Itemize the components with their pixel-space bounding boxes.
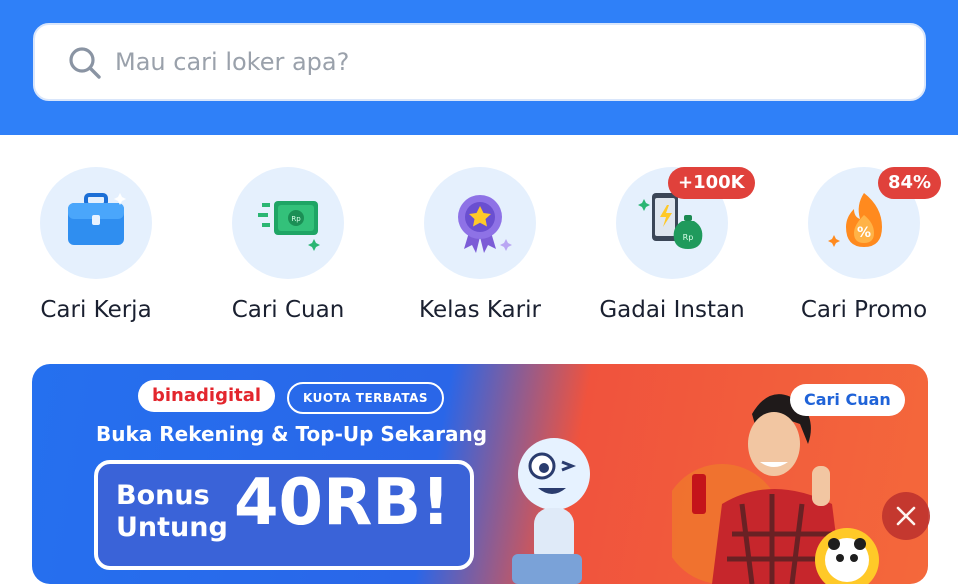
search-icon xyxy=(69,47,101,79)
bonus-label-line2: Untung xyxy=(116,512,228,543)
menu-item-cari-cuan[interactable]: Rp Cari Cuan xyxy=(198,167,378,337)
search-input[interactable]: Mau cari loker apa? xyxy=(33,23,926,101)
svg-text:Rp: Rp xyxy=(291,215,301,223)
bonus-amount: 40RB! xyxy=(234,466,451,540)
menu-item-gadai-instan[interactable]: Rp +100K Gadai Instan xyxy=(582,167,762,337)
close-banner-button[interactable] xyxy=(882,492,930,540)
banner-headline: Buka Rekening & Top-Up Sekarang xyxy=(96,422,488,446)
badge-star-icon xyxy=(424,167,536,279)
search-placeholder: Mau cari loker apa? xyxy=(115,48,350,76)
svg-text:%: % xyxy=(857,225,871,241)
menu-item-cari-kerja[interactable]: Cari Kerja xyxy=(6,167,186,337)
menu-item-kelas-karir[interactable]: Kelas Karir xyxy=(390,167,570,337)
money-icon: Rp xyxy=(232,167,344,279)
menu-label: Gadai Instan xyxy=(599,297,745,323)
promo-badge: +100K xyxy=(668,167,755,199)
promo-banner[interactable]: binadigital KUOTA TERBATAS Buka Rekening… xyxy=(32,364,928,584)
menu-label: Cari Kerja xyxy=(40,297,152,323)
bonus-label-line1: Bonus xyxy=(116,480,210,511)
mascot-illustration xyxy=(512,438,590,584)
cari-cuan-chip: Cari Cuan xyxy=(790,384,905,416)
bonus-box: Bonus Untung 40RB! xyxy=(94,460,474,570)
panda-coin-icon xyxy=(815,528,879,584)
promo-badge: 84% xyxy=(878,167,942,199)
menu-label: Cari Promo xyxy=(800,297,928,323)
quick-menu: Cari Kerja Rp Cari Cuan Kelas Karir Rp +… xyxy=(0,167,958,337)
bonus-label: Bonus Untung xyxy=(116,480,246,544)
header-bar: Mau cari loker apa? xyxy=(0,0,958,135)
brand-logo: binadigital xyxy=(138,380,276,412)
menu-label: Kelas Karir xyxy=(419,297,541,323)
menu-label: Cari Cuan xyxy=(231,297,345,323)
svg-text:Rp: Rp xyxy=(683,233,694,242)
close-icon xyxy=(896,506,916,526)
briefcase-icon xyxy=(40,167,152,279)
limited-quota-tag: KUOTA TERBATAS xyxy=(287,382,445,414)
menu-item-cari-promo[interactable]: % 84% Cari Promo xyxy=(774,167,954,337)
